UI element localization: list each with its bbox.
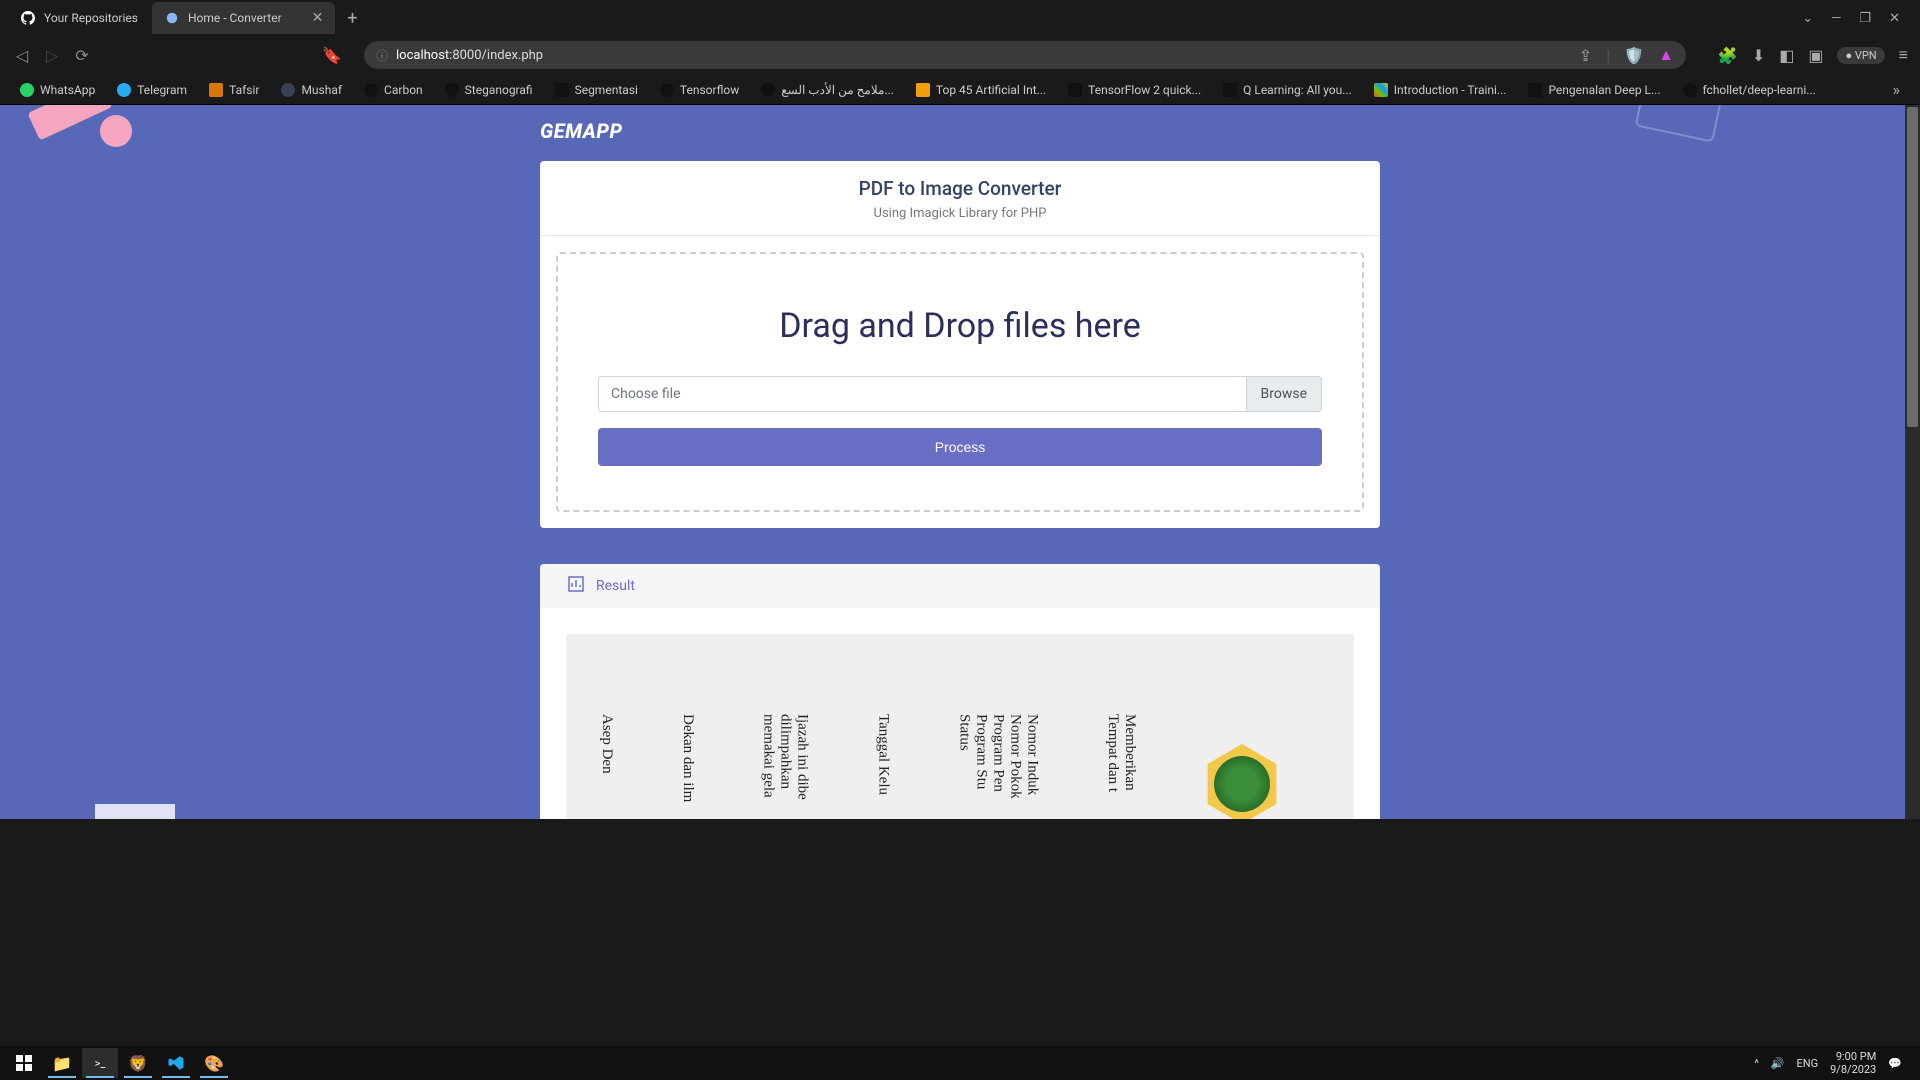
system-tray: ^ 🔊 ENG 9:00 PM 9/8/2023 💬 bbox=[1754, 1050, 1914, 1076]
doc-text: Memberikan Tempat dan t bbox=[1104, 714, 1138, 819]
forward-button[interactable]: ▷ bbox=[42, 46, 62, 65]
doc-text: Ijazah ini dibe dilimpahkan memakai gela bbox=[760, 714, 811, 819]
page-title: PDF to Image Converter bbox=[560, 177, 1360, 200]
process-button[interactable]: Process bbox=[598, 428, 1322, 466]
tab-repositories[interactable]: Your Repositories bbox=[8, 2, 150, 34]
github-icon bbox=[20, 10, 36, 26]
downloads-icon[interactable]: ⬇ bbox=[1752, 46, 1765, 65]
vpn-badge[interactable]: ● VPN bbox=[1837, 47, 1884, 64]
terminal-icon[interactable]: >_ bbox=[82, 1048, 118, 1078]
result-image: Asep Den Dekan dan ilm Ijazah ini dibe d… bbox=[566, 634, 1354, 819]
result-label: Result bbox=[596, 578, 635, 594]
doc-text: Tanggal Kelu bbox=[874, 714, 891, 819]
share-icon[interactable]: ⇪ bbox=[1579, 46, 1592, 65]
bookmark-intro-training[interactable]: Introduction - Traini... bbox=[1366, 79, 1515, 101]
bookmark-mushaf[interactable]: Mushaf bbox=[273, 79, 350, 101]
volume-icon[interactable]: 🔊 bbox=[1771, 1057, 1785, 1070]
page-content: GEMAPP PDF to Image Converter Using Imag… bbox=[540, 105, 1380, 819]
drop-zone[interactable]: Drag and Drop files here Choose file Bro… bbox=[556, 252, 1364, 512]
extensions-icon[interactable]: 🧩 bbox=[1718, 46, 1738, 65]
bookmark-segmentasi[interactable]: Segmentasi bbox=[547, 79, 646, 101]
scrollbar[interactable] bbox=[1905, 105, 1920, 819]
chevron-down-icon[interactable]: ⌄ bbox=[1802, 11, 1813, 26]
bookmarks-bar: WhatsApp Telegram Tafsir Mushaf Carbon S… bbox=[0, 75, 1920, 105]
doc-text: Nomor Induk Nomor Pokok Program Pen Prog… bbox=[955, 714, 1040, 819]
bookmarks-overflow-icon[interactable]: » bbox=[1885, 80, 1909, 99]
brave-rewards-icon[interactable]: ▲ bbox=[1658, 45, 1674, 65]
gear-icon bbox=[164, 10, 180, 26]
taskbar: 📁 >_ 🦁 🎨 ^ 🔊 ENG 9:00 PM 9/8/2023 💬 bbox=[0, 1046, 1920, 1080]
reload-button[interactable]: ⟳ bbox=[72, 46, 92, 65]
page-viewport: GEMAPP PDF to Image Converter Using Imag… bbox=[0, 105, 1920, 819]
bookmark-tafsir[interactable]: Tafsir bbox=[201, 79, 267, 101]
tab-converter[interactable]: Home - Converter ✕ bbox=[152, 2, 335, 34]
bookmark-tf2[interactable]: TensorFlow 2 quick... bbox=[1060, 79, 1209, 101]
close-window-button[interactable]: ✕ bbox=[1889, 11, 1900, 26]
result-card: Result Asep Den Dekan dan ilm Ijazah ini… bbox=[540, 564, 1380, 819]
language-indicator[interactable]: ENG bbox=[1797, 1057, 1819, 1070]
doc-text: Dekan dan ilm bbox=[679, 714, 696, 819]
maximize-button[interactable]: ❐ bbox=[1859, 11, 1871, 26]
result-header: Result bbox=[540, 564, 1380, 608]
minimize-button[interactable]: — bbox=[1831, 11, 1841, 26]
address-bar: ◁ ▷ ⟳ 🔖 ⓘ localhost:8000/index.php ⇪ | 🛡… bbox=[0, 36, 1920, 74]
file-input-row: Choose file Browse bbox=[598, 376, 1322, 412]
menu-icon[interactable]: ≡ bbox=[1899, 45, 1908, 65]
bookmark-qlearning[interactable]: Q Learning: All you... bbox=[1215, 79, 1360, 101]
bookmark-carbon[interactable]: Carbon bbox=[356, 79, 431, 101]
bookmark-whatsapp[interactable]: WhatsApp bbox=[12, 79, 103, 101]
file-input[interactable]: Choose file bbox=[598, 376, 1246, 412]
url-text: localhost:8000/index.php bbox=[396, 48, 543, 63]
decoration bbox=[95, 789, 235, 819]
bookmark-tensorflow[interactable]: Tensorflow bbox=[652, 79, 747, 101]
notifications-icon[interactable]: 💬 bbox=[1888, 1057, 1902, 1070]
decoration bbox=[100, 115, 132, 147]
bookmark-deeplearning[interactable]: Pengenalan Deep L... bbox=[1520, 79, 1668, 101]
clock[interactable]: 9:00 PM 9/8/2023 bbox=[1830, 1050, 1876, 1076]
bookmark-ai45[interactable]: Top 45 Artificial Int... bbox=[908, 79, 1054, 101]
file-explorer-icon[interactable]: 📁 bbox=[44, 1048, 80, 1078]
start-button[interactable] bbox=[6, 1048, 42, 1078]
tab-label: Your Repositories bbox=[44, 11, 138, 25]
site-info-icon[interactable]: ⓘ bbox=[376, 47, 388, 64]
paint-icon[interactable]: 🎨 bbox=[196, 1048, 232, 1078]
browser-chrome: Your Repositories Home - Converter ✕ + ⌄… bbox=[0, 0, 1920, 75]
decoration bbox=[1635, 105, 1726, 143]
toolbar-extensions: 🧩 ⬇ ◧ ▣ ● VPN ≡ bbox=[1718, 45, 1908, 65]
tab-bar: Your Repositories Home - Converter ✕ + ⌄… bbox=[0, 0, 1920, 36]
brave-shield-icon[interactable]: 🛡️ bbox=[1624, 46, 1644, 65]
sidebar-icon[interactable]: ◧ bbox=[1779, 46, 1794, 65]
bookmark-steganografi[interactable]: Steganografi bbox=[437, 79, 541, 101]
bookmark-icon[interactable]: 🔖 bbox=[322, 46, 342, 65]
close-icon[interactable]: ✕ bbox=[312, 10, 324, 26]
university-seal bbox=[1202, 744, 1282, 819]
page-subtitle: Using Imagick Library for PHP bbox=[560, 206, 1360, 221]
converter-card: PDF to Image Converter Using Imagick Lib… bbox=[540, 161, 1380, 528]
url-input[interactable]: ⓘ localhost:8000/index.php ⇪ | 🛡️ ▲ bbox=[364, 41, 1686, 69]
bookmark-fchollet[interactable]: fchollet/deep-learni... bbox=[1675, 79, 1824, 101]
chart-icon bbox=[568, 576, 584, 596]
scrollbar-thumb[interactable] bbox=[1907, 107, 1918, 427]
reader-icon[interactable]: ▣ bbox=[1808, 46, 1823, 65]
tray-expand-icon[interactable]: ^ bbox=[1754, 1057, 1759, 1070]
window-controls: ⌄ — ❐ ✕ bbox=[1802, 11, 1912, 26]
vscode-icon[interactable] bbox=[158, 1048, 194, 1078]
bookmark-arabic[interactable]: ملامح من الأدب السع... bbox=[753, 79, 902, 101]
drop-zone-title: Drag and Drop files here bbox=[598, 306, 1322, 346]
brand-logo[interactable]: GEMAPP bbox=[540, 119, 1380, 143]
brave-icon[interactable]: 🦁 bbox=[120, 1048, 156, 1078]
card-header: PDF to Image Converter Using Imagick Lib… bbox=[540, 161, 1380, 236]
tab-label: Home - Converter bbox=[188, 11, 282, 25]
browse-button[interactable]: Browse bbox=[1246, 376, 1322, 412]
doc-text: Asep Den bbox=[598, 714, 615, 819]
back-button[interactable]: ◁ bbox=[12, 46, 32, 65]
bookmark-telegram[interactable]: Telegram bbox=[109, 79, 195, 101]
new-tab-button[interactable]: + bbox=[337, 8, 367, 29]
result-body: Asep Den Dekan dan ilm Ijazah ini dibe d… bbox=[540, 608, 1380, 819]
